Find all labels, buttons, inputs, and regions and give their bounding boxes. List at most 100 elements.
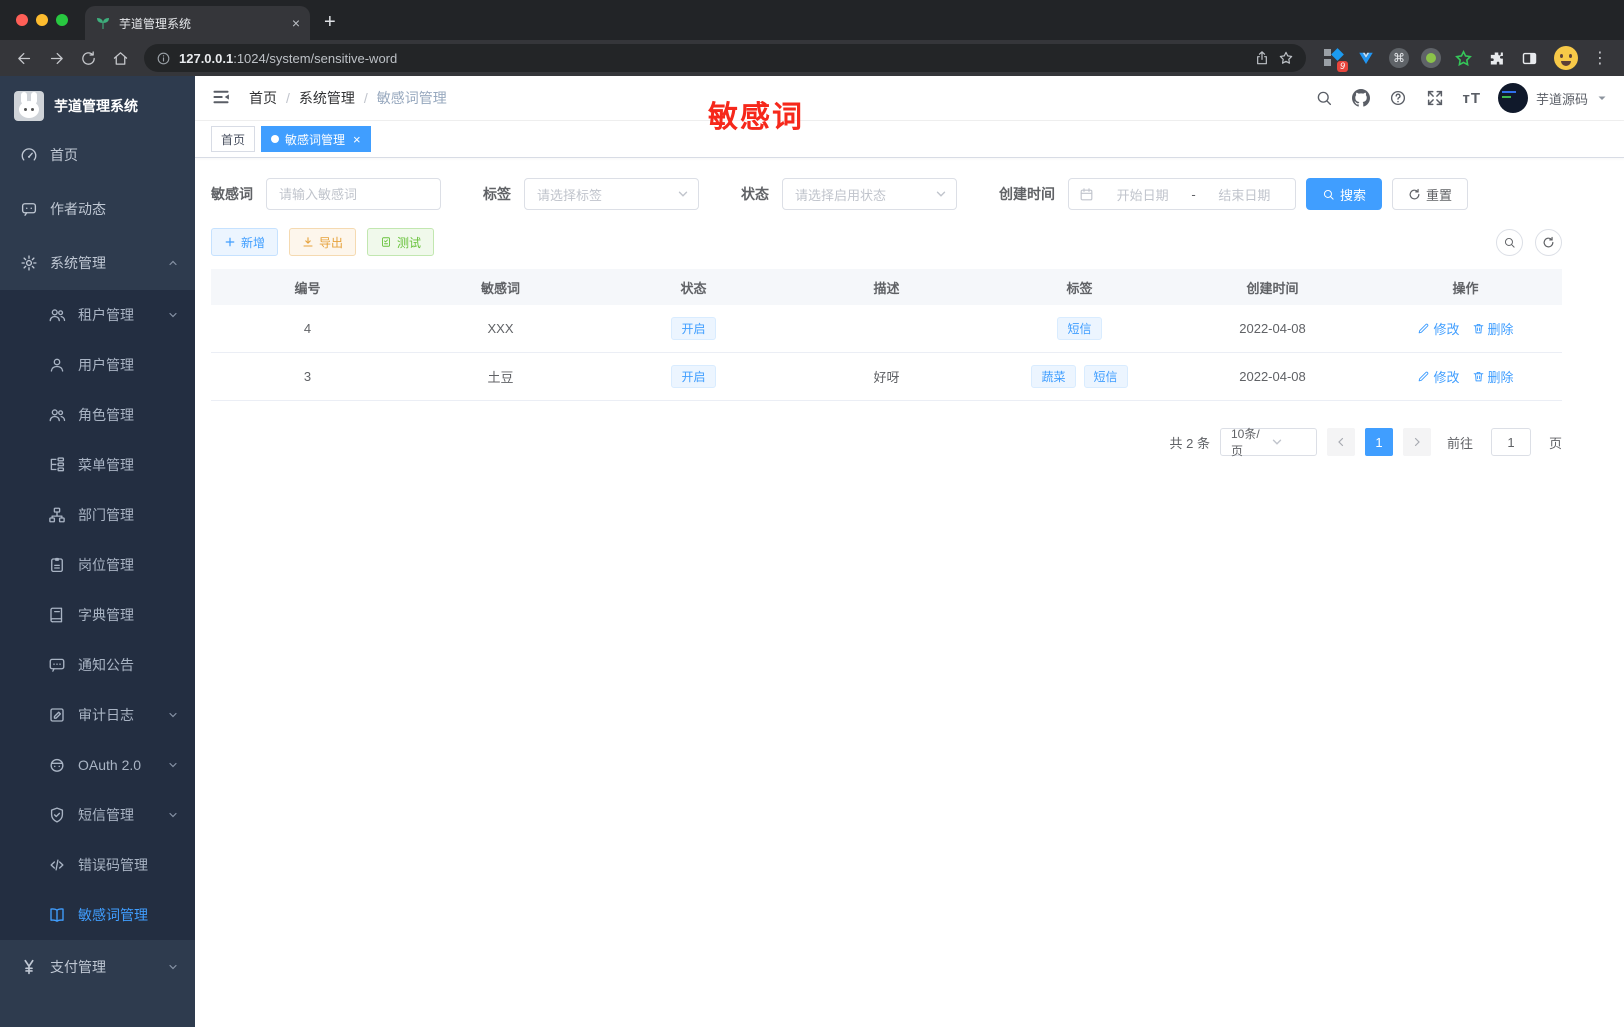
column-header: 状态 [680, 280, 707, 296]
sidebar-item[interactable]: 敏感词管理 [0, 890, 195, 940]
sidebar-item[interactable]: 审计日志 [0, 690, 195, 740]
toggle-search-button[interactable] [1496, 228, 1523, 256]
data-table: 编号 敏感词 状态 描述 标签 创建时间 操作 4 XXX 开启 短信 2022-04-08 修改 删除… [211, 269, 1562, 401]
sidebar-item[interactable]: 首页 [0, 128, 195, 182]
sidebar-item[interactable]: 角色管理 [0, 390, 195, 440]
date-start-placeholder: 开始日期 [1116, 187, 1169, 203]
edit-button[interactable]: 修改 [1417, 367, 1460, 386]
total-count: 共 2 条 [1169, 435, 1210, 451]
document-icon [380, 236, 392, 248]
sidebar-item[interactable]: 岗位管理 [0, 540, 195, 590]
sidebar-item[interactable]: 错误码管理 [0, 840, 195, 890]
page-unit-label: 页 [1548, 435, 1562, 451]
logo-rabbit-avatar [14, 91, 44, 121]
status-select[interactable]: 请选择启用状态 [782, 178, 957, 210]
keyword-input[interactable] [266, 178, 441, 210]
cell-created: 2022-04-08 [1239, 369, 1306, 384]
sidebar-item[interactable]: 用户管理 [0, 340, 195, 390]
browser-menu-icon[interactable]: ⋮ [1586, 48, 1614, 68]
reload-icon[interactable] [74, 44, 102, 72]
close-window-button[interactable] [16, 14, 28, 26]
sidebar-item[interactable]: 部门管理 [0, 490, 195, 540]
tab-close-icon[interactable]: × [292, 15, 300, 31]
sidebar-item[interactable]: 通知公告 [0, 640, 195, 690]
extension-command-icon[interactable]: ⌘ [1388, 47, 1410, 69]
sidebar-collapse-icon[interactable] [211, 87, 233, 109]
close-icon[interactable]: × [353, 133, 361, 146]
sidebar-item[interactable]: OAuth 2.0 [0, 740, 195, 790]
search-button[interactable]: 搜索 [1306, 178, 1383, 210]
cell-actions: 修改 删除 [1369, 367, 1562, 386]
bookmark-star-icon[interactable] [1278, 50, 1294, 66]
sidebar-item[interactable]: 支付管理 [0, 940, 195, 994]
font-size-icon[interactable]: тT [1462, 90, 1481, 107]
prev-page-button[interactable] [1326, 428, 1355, 456]
breadcrumb-item[interactable]: 首页 [249, 88, 277, 108]
address-bar[interactable]: 127.0.0.1:1024/system/sensitive-word [144, 44, 1306, 72]
extension-vue-icon[interactable] [1355, 47, 1377, 69]
extensions-puzzle-icon[interactable] [1485, 47, 1507, 69]
tag-view-item[interactable]: 首页 [211, 126, 256, 152]
date-label: 创建时间 [999, 186, 1055, 202]
filter-keyword: 敏感词 [211, 178, 441, 210]
home-icon[interactable] [106, 44, 134, 72]
fullscreen-icon[interactable] [1425, 88, 1445, 108]
breadcrumb-separator: / [286, 90, 290, 106]
new-tab-button[interactable]: + [324, 11, 336, 40]
table-body: 4 XXX 开启 短信 2022-04-08 修改 删除 3 土豆 开启 好呀 蔬菜 短信 2022-04… [211, 305, 1562, 401]
test-button[interactable]: 测试 [367, 228, 435, 256]
extension-star-icon[interactable] [1452, 47, 1474, 69]
tag-chip: 短信 [1057, 317, 1102, 340]
share-icon[interactable] [1254, 50, 1270, 66]
delete-button[interactable]: 删除 [1472, 367, 1514, 386]
user-dropdown[interactable]: 芋道源码 [1497, 83, 1608, 113]
forward-icon[interactable] [42, 44, 70, 72]
help-icon[interactable] [1388, 88, 1408, 108]
export-button[interactable]: 导出 [289, 228, 357, 256]
github-icon[interactable] [1351, 88, 1371, 108]
yen-icon [20, 958, 38, 976]
date-range-picker[interactable]: 开始日期 - 结束日期 [1068, 178, 1296, 210]
page-number[interactable]: 1 [1364, 428, 1393, 456]
tag-select[interactable]: 请选择标签 [524, 178, 699, 210]
back-icon[interactable] [10, 44, 38, 72]
role-icon [48, 406, 66, 424]
profile-avatar[interactable] [1554, 46, 1578, 70]
browser-tab[interactable]: 芋道管理系统 × [85, 6, 310, 40]
reset-button[interactable]: 重置 [1392, 178, 1469, 210]
edit-button[interactable]: 修改 [1417, 319, 1460, 338]
extension-record-icon[interactable] [1421, 48, 1441, 68]
split-view-icon[interactable] [1518, 47, 1540, 69]
next-page-button[interactable] [1402, 428, 1431, 456]
page-size-select[interactable]: 10条/页 [1219, 427, 1317, 458]
navbar-right: тT 芋道源码 [1314, 83, 1608, 113]
sidebar-item[interactable]: 短信管理 [0, 790, 195, 840]
sidebar-item[interactable]: 菜单管理 [0, 440, 195, 490]
delete-button[interactable]: 删除 [1472, 319, 1514, 338]
cell-status: 开启 [597, 317, 790, 340]
refresh-table-button[interactable] [1535, 228, 1562, 256]
sidebar-item[interactable]: 字典管理 [0, 590, 195, 640]
table-header: 编号 敏感词 状态 描述 标签 创建时间 操作 [211, 269, 1562, 305]
sidebar-item[interactable]: 租户管理 [0, 290, 195, 340]
extension-grid-icon[interactable]: 9 [1322, 47, 1348, 72]
chevron-down-icon [167, 809, 179, 821]
favicon-sprout-icon [95, 15, 111, 31]
tag-view-label: 首页 [221, 132, 246, 147]
add-button[interactable]: 新增 [211, 228, 279, 256]
tag-view-item[interactable]: 敏感词管理 × [261, 126, 371, 152]
users-icon [48, 306, 66, 324]
cell-actions: 修改 删除 [1369, 319, 1562, 338]
zoom-window-button[interactable] [56, 14, 68, 26]
trash-icon [1472, 322, 1485, 335]
sidebar-item[interactable]: 作者动态 [0, 182, 195, 236]
sidebar-item[interactable]: 系统管理 [0, 236, 195, 290]
breadcrumb-item[interactable]: 系统管理 [299, 88, 355, 108]
minimize-window-button[interactable] [36, 14, 48, 26]
tag-label: 标签 [483, 186, 511, 202]
goto-page-input[interactable] [1490, 428, 1531, 456]
header-search-icon[interactable] [1314, 88, 1334, 108]
column-header: 描述 [873, 280, 900, 296]
site-info-icon[interactable] [156, 51, 171, 66]
sidebar: 芋道管理系统 首页 作者动态 系统管理 租户管理 用户管理 角色管理 菜单管理 部门管理 岗位管… [0, 76, 195, 1027]
